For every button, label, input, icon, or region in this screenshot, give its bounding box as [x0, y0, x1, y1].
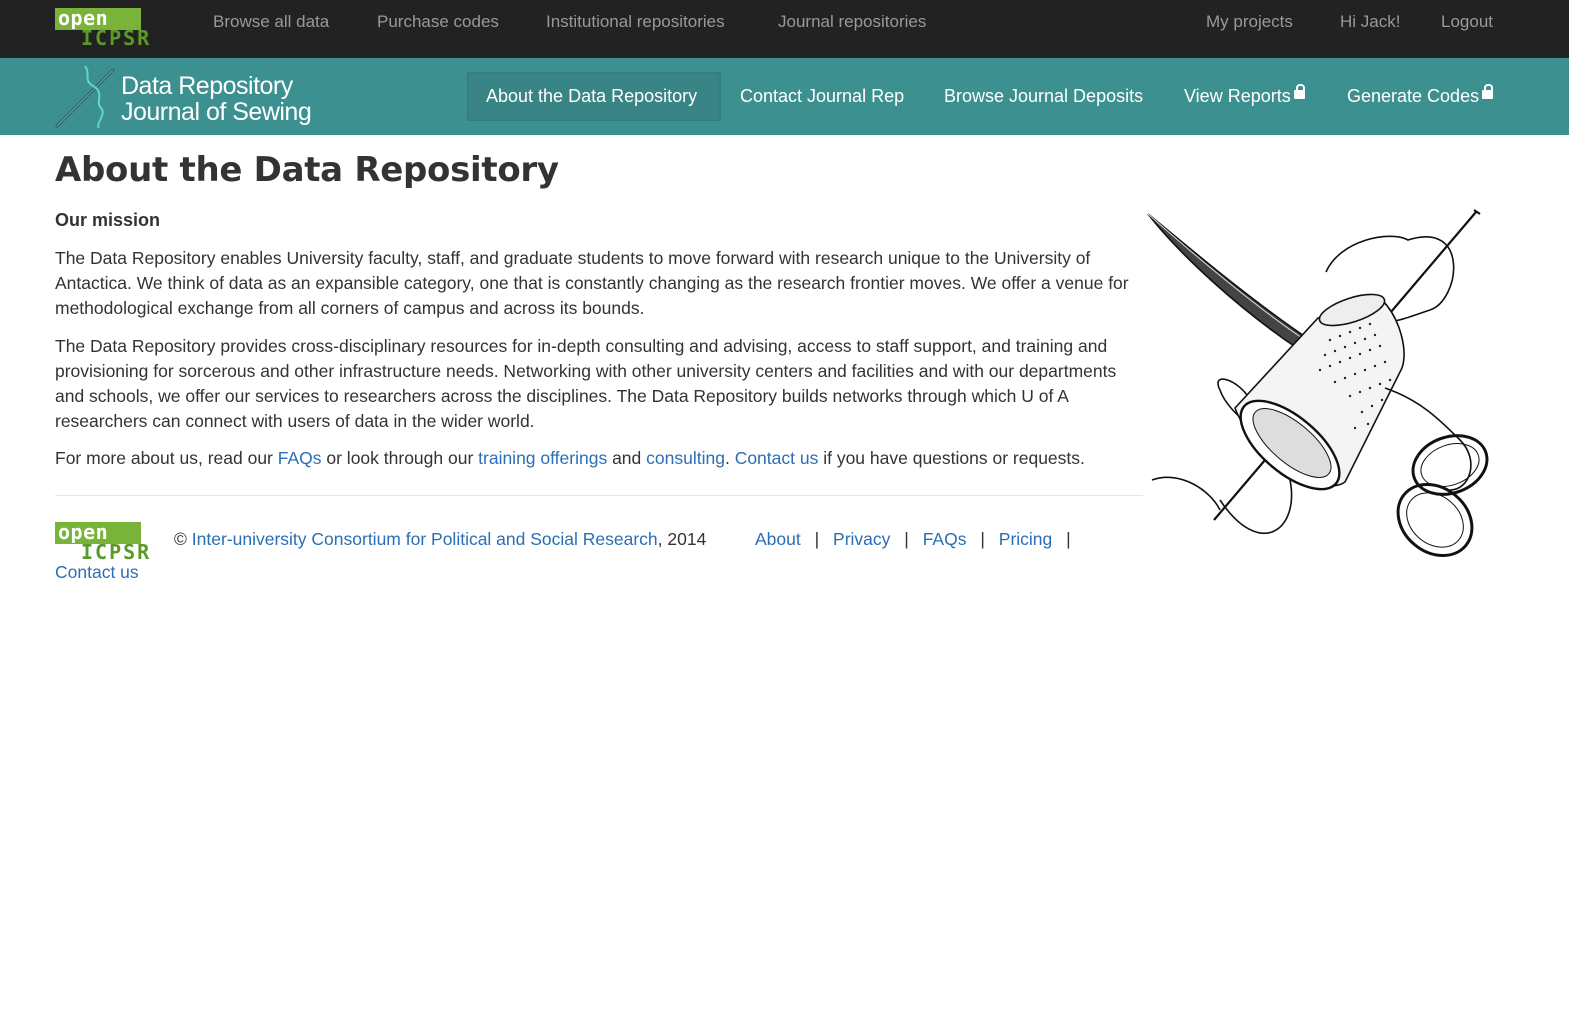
content-divider [55, 495, 1143, 496]
footer-separator: | [980, 529, 985, 549]
p3-text-3: and [607, 448, 647, 468]
nav-user-greeting[interactable]: Hi Jack! [1340, 12, 1400, 32]
top-navbar: open ICPSR Browse all data Purchase code… [0, 0, 1569, 58]
nav-my-projects[interactable]: My projects [1206, 12, 1293, 32]
open-icpsr-logo[interactable]: open ICPSR [55, 8, 170, 50]
faqs-link[interactable]: FAQs [278, 448, 322, 468]
footer-links: About | Privacy | FAQs | Pricing | [755, 529, 1080, 550]
nav-journal-repositories[interactable]: Journal repositories [778, 12, 926, 32]
footer-separator: | [904, 529, 909, 549]
mission-paragraph-3: For more about us, read our FAQs or look… [55, 446, 1145, 471]
p3-text-1: For more about us, read our [55, 448, 278, 468]
mission-paragraph-2: The Data Repository provides cross-disci… [55, 336, 1117, 431]
lock-icon [1293, 84, 1305, 99]
tab-contact-journal-rep[interactable]: Contact Journal Rep [740, 86, 904, 107]
p3-text-2: or look through our [321, 448, 479, 468]
repository-navbar: Data Repository Journal of Sewing About … [0, 58, 1569, 135]
nav-institutional-repositories[interactable]: Institutional repositories [546, 12, 725, 32]
copyright-year: , 2014 [657, 529, 707, 549]
consulting-link[interactable]: consulting [646, 448, 725, 468]
tab-generate-codes-label: Generate Codes [1347, 86, 1480, 106]
footer-open-icpsr-logo[interactable]: open ICPSR [55, 522, 170, 564]
tab-about-data-repository[interactable]: About the Data Repository [486, 86, 697, 107]
tab-view-reports-label: View Reports [1184, 86, 1291, 106]
p3-text-4: . [724, 448, 735, 468]
tab-browse-journal-deposits[interactable]: Browse Journal Deposits [944, 86, 1143, 107]
footer-separator: | [1066, 529, 1071, 549]
lock-icon [1482, 84, 1494, 99]
needle-thread-icon [55, 65, 115, 129]
nav-browse-all-data[interactable]: Browse all data [213, 12, 329, 32]
nav-purchase-codes[interactable]: Purchase codes [377, 12, 499, 32]
logo-icpsr-text: ICPSR [81, 26, 152, 50]
footer-privacy-link[interactable]: Privacy [833, 529, 890, 549]
repository-brand[interactable]: Data Repository Journal of Sewing [55, 62, 325, 132]
copyright-symbol: © [174, 529, 187, 549]
brand-line-1: Data Repository [121, 72, 293, 100]
training-offerings-link[interactable]: training offerings [478, 448, 607, 468]
footer-pricing-link[interactable]: Pricing [999, 529, 1053, 549]
nav-logout[interactable]: Logout [1441, 12, 1493, 32]
page-title: About the Data Repository [55, 150, 559, 190]
contact-us-link[interactable]: Contact us [735, 448, 819, 468]
footer-separator: | [814, 529, 820, 549]
footer-copyright: © Inter-university Consortium for Politi… [174, 529, 706, 550]
footer-contact-link[interactable]: Contact us [55, 562, 139, 583]
tab-view-reports[interactable]: View Reports [1184, 84, 1305, 107]
mission-paragraph-1: The Data Repository enables University f… [55, 248, 1129, 318]
footer-logo-icpsr-text: ICPSR [81, 540, 152, 564]
p3-text-5: if you have questions or requests. [818, 448, 1085, 468]
footer-faqs-link[interactable]: FAQs [923, 529, 967, 549]
brand-line-2: Journal of Sewing [121, 98, 312, 126]
tab-generate-codes[interactable]: Generate Codes [1347, 84, 1494, 107]
mission-heading: Our mission [55, 210, 161, 230]
icpsr-org-link[interactable]: Inter-university Consortium for Politica… [192, 529, 658, 549]
sewing-illustration [1147, 209, 1489, 558]
footer-about-link[interactable]: About [755, 529, 801, 549]
